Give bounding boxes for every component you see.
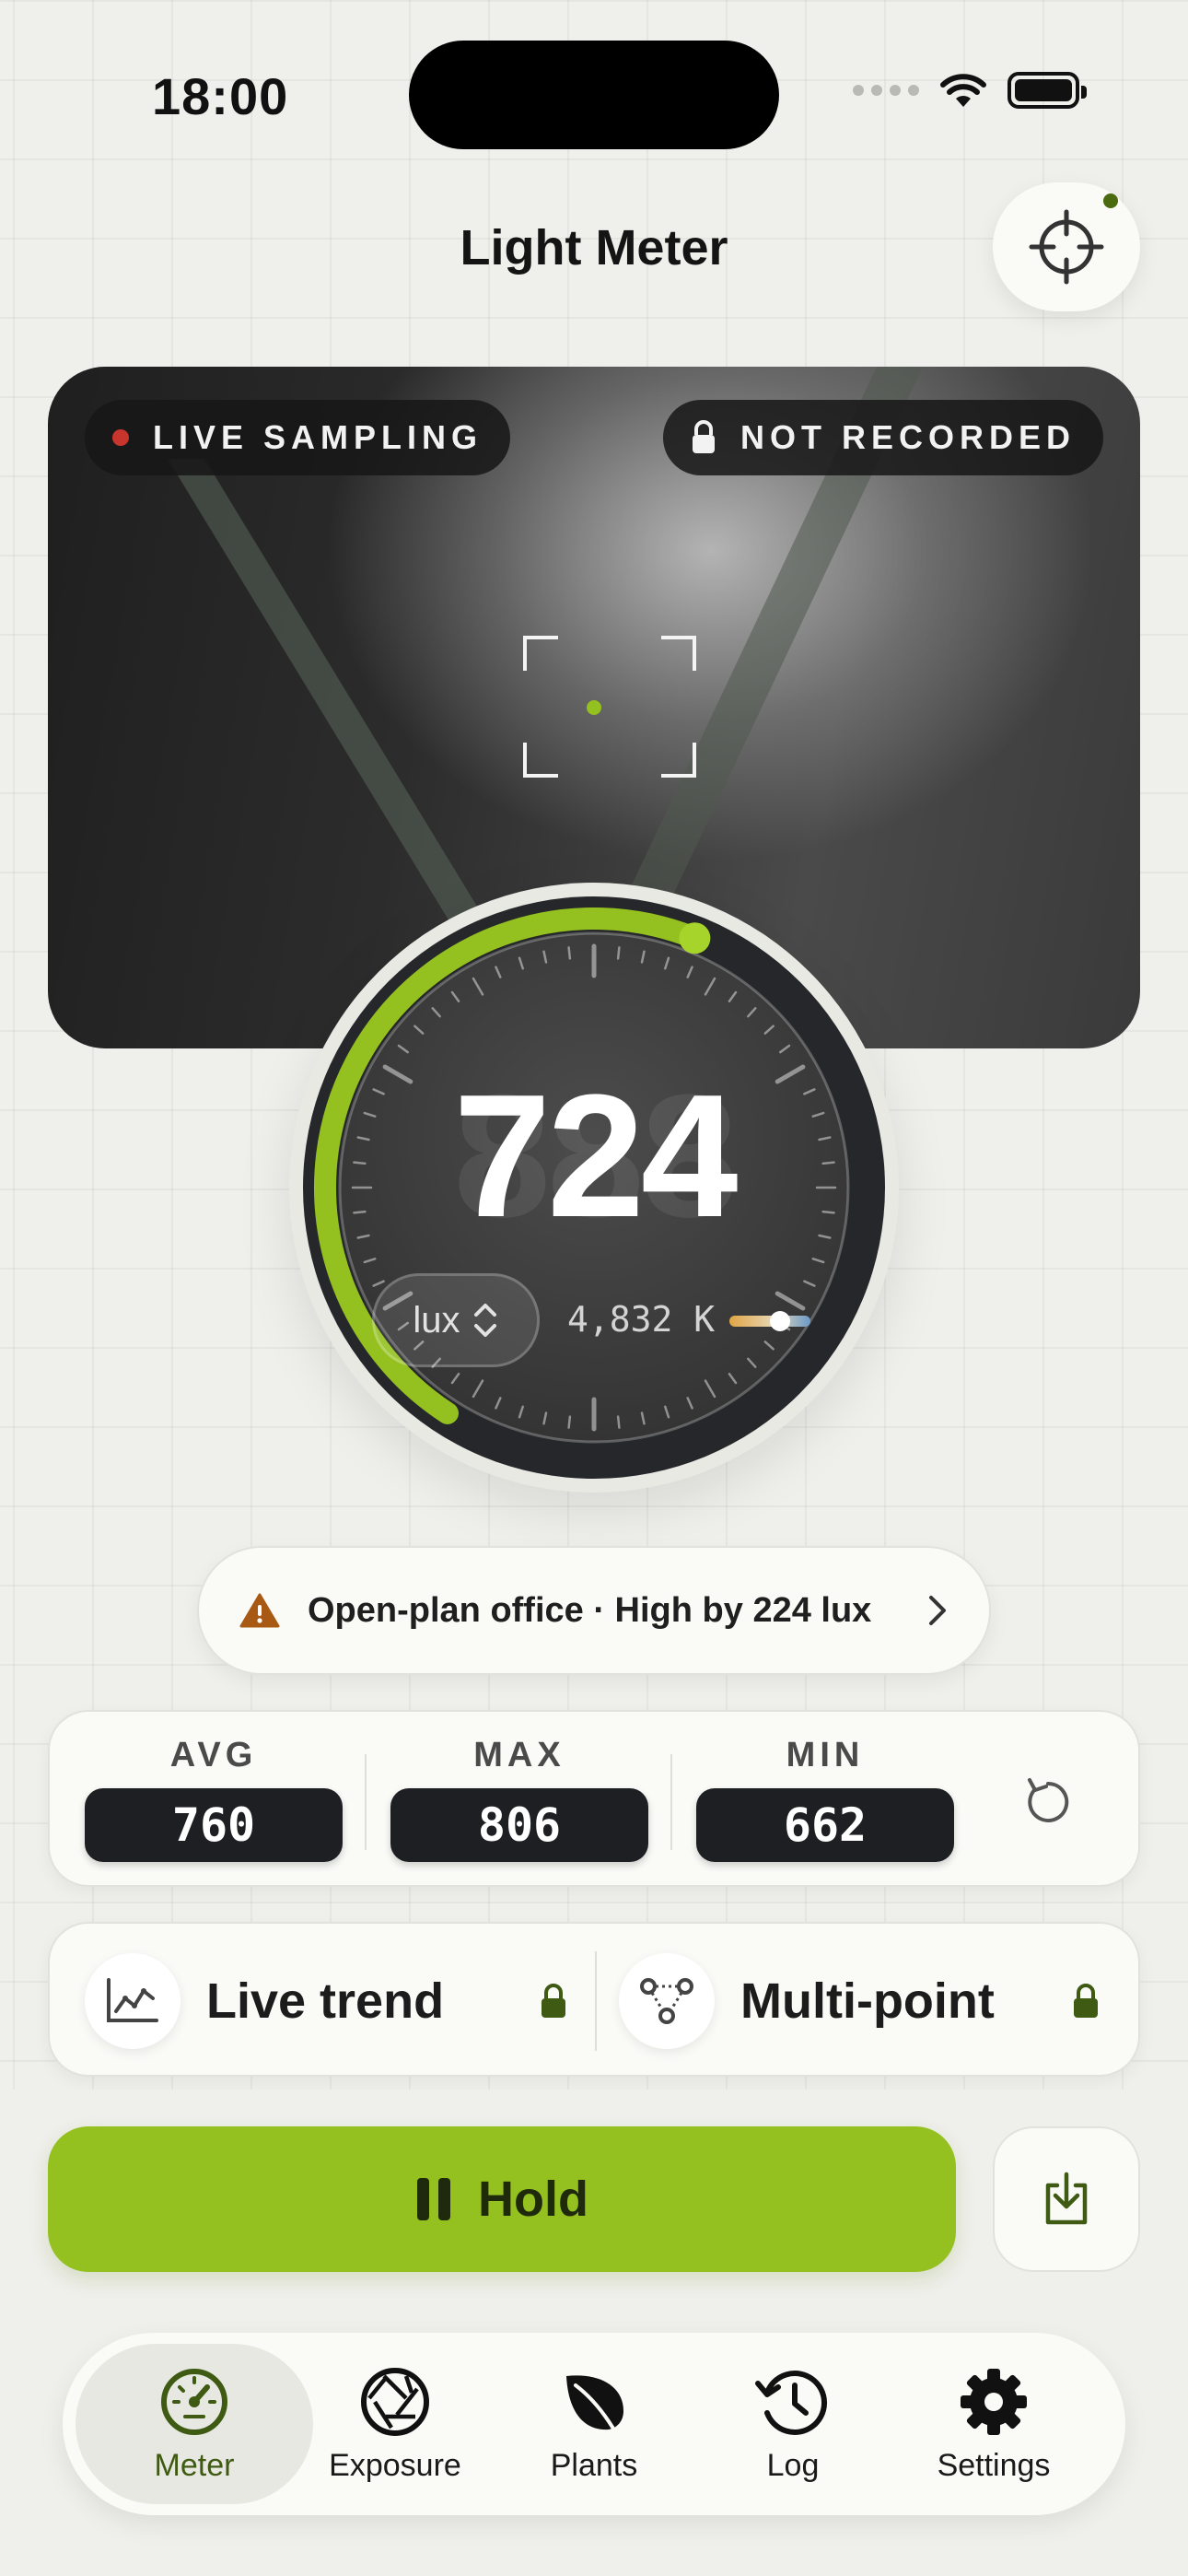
lock-icon [542,1984,565,2018]
tab-settings[interactable]: Settings [875,2344,1112,2504]
stat-max-label: MAX [473,1736,565,1774]
gauge-knob [679,922,711,954]
features-card: Live trend Multi-point [48,1922,1140,2077]
stat-avg-label: AVG [169,1736,258,1774]
unit-selector[interactable]: lux [372,1273,540,1367]
chevron-updown-icon [473,1304,496,1337]
gear-icon [961,2368,1027,2435]
reset-stats-button[interactable] [1022,1773,1074,1832]
target-button[interactable] [993,182,1140,311]
divider [670,1754,672,1850]
leaf-icon [566,2374,623,2435]
stat-min: MIN 662 [696,1736,954,1862]
status-icons [853,72,1087,109]
pause-icon [417,2178,450,2220]
tab-log-label: Log [766,2447,820,2483]
aperture-icon [361,2367,429,2436]
stat-max: MAX 806 [390,1736,648,1862]
tab-meter-label: Meter [154,2447,235,2483]
live-sampling-label: LIVE SAMPLING [153,418,483,456]
cellular-signal-icon [853,85,919,96]
stat-min-value: 662 [696,1788,954,1862]
hold-button[interactable]: Hold [48,2126,956,2272]
chart-line-icon [85,1953,181,2049]
warning-icon [239,1593,280,1628]
lock-icon [692,420,715,453]
tab-plants-label: Plants [550,2447,638,2483]
live-dot-icon [112,429,129,446]
reset-icon [1028,1778,1069,1822]
multi-point-icon [619,1953,715,2049]
lux-gauge: 888 724 lux 4,832 K [289,883,899,1518]
stats-card: AVG 760 MAX 806 MIN 662 [48,1710,1140,1887]
live-sampling-badge: LIVE SAMPLING [85,400,511,475]
live-trend-label: Live trend [206,1973,445,2029]
lock-icon [1074,1984,1098,2018]
status-time: 18:00 [152,67,289,125]
unit-label: lux [413,1299,460,1341]
history-icon [755,2370,828,2435]
color-temperature: 4,832 K [567,1299,716,1340]
stat-max-value: 806 [390,1788,648,1862]
wifi-icon [940,74,986,107]
gauge-icon [161,2368,227,2435]
tab-bar: Meter Exposure Plants Log Settings [63,2333,1125,2515]
crosshair-icon [1029,209,1104,285]
live-trend-button[interactable]: Live trend [85,1924,444,2078]
not-recorded-badge: NOT RECORDED [662,400,1103,475]
stat-min-label: MIN [786,1736,865,1774]
export-icon [1045,2172,1088,2225]
light-meter-screen: 18:00 Light Meter LIVE SAMPLING NOT RECO… [0,0,1188,2576]
lux-reading: 724 [453,1059,738,1254]
stat-avg-value: 760 [85,1788,343,1862]
tab-exposure-label: Exposure [329,2447,461,2483]
export-button[interactable] [993,2126,1140,2272]
divider [365,1754,367,1850]
target-status-dot [1103,193,1118,208]
battery-icon [1007,72,1087,109]
target-alert-chip[interactable]: Open-plan office · High by 224 lux [197,1546,991,1675]
gauge-tick [616,946,621,960]
hold-label: Hold [478,2172,588,2227]
divider [595,1951,597,2051]
chevron-right-icon [929,1596,946,1625]
color-temperature-knob [769,1311,790,1331]
multi-point-label: Multi-point [740,1973,995,2029]
stat-avg: AVG 760 [85,1736,343,1862]
color-temperature-bar [729,1311,810,1331]
gauge-tick [616,1415,621,1429]
gauge-tick [567,1415,572,1429]
gauge-tick [567,946,572,960]
dynamic-island [409,41,779,149]
not-recorded-label: NOT RECORDED [740,418,1076,456]
multi-point-button[interactable]: Multi-point [619,1924,995,2078]
tab-settings-label: Settings [937,2447,1051,2483]
alert-text: Open-plan office · High by 224 lux [308,1590,872,1630]
